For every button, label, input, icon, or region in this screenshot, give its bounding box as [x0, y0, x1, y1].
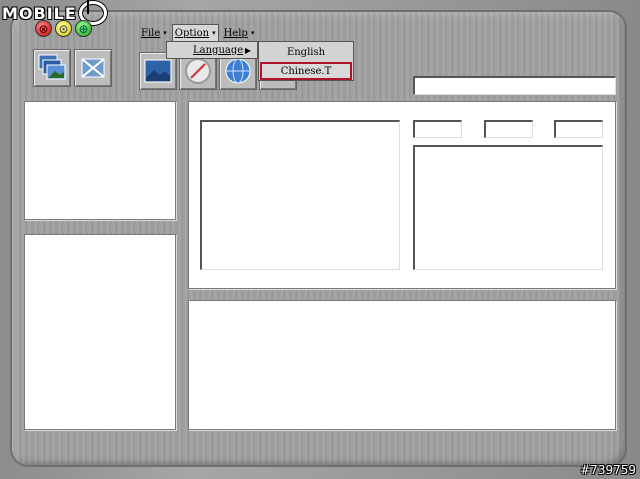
language-submenu: English Chinese.T [258, 41, 354, 81]
watermark-id: #739759 [580, 463, 636, 477]
chevron-down-icon: ▾ [250, 29, 255, 37]
globe-icon [225, 58, 251, 84]
maximize-window-button[interactable]: ⊕ [75, 20, 92, 37]
menu-file-label: File [141, 27, 161, 39]
crossed-photo-icon [81, 58, 105, 78]
menu-option-label: Option [174, 27, 210, 39]
maximize-icon: ⊕ [78, 21, 89, 36]
small-field-3[interactable] [554, 120, 603, 138]
small-field-1[interactable] [413, 120, 462, 138]
small-field-2[interactable] [484, 120, 533, 138]
menu-help-label: Help [223, 27, 248, 39]
minimize-window-button[interactable]: ⊙ [55, 20, 72, 37]
preview-area[interactable] [200, 120, 400, 270]
folder-image-icon [144, 59, 172, 83]
submenu-arrow-icon: ▶ [244, 46, 251, 55]
mobile01-logo: MOBILE [2, 0, 107, 25]
language-english[interactable]: English [259, 43, 353, 61]
thumbnail-panel-top [24, 101, 176, 220]
compass-icon [185, 58, 211, 84]
menu-help[interactable]: Help ▾ [221, 24, 258, 42]
minimize-icon: ⊙ [58, 21, 69, 36]
delete-photo-button[interactable] [74, 49, 112, 87]
option-dropdown: Language ▶ [166, 41, 258, 59]
language-chinese-t[interactable]: Chinese.T [260, 62, 352, 80]
photo-stack-icon [38, 54, 66, 80]
search-input[interactable] [413, 76, 616, 95]
menubar: File ▾ Option ▾ Help ▾ [138, 24, 259, 42]
menu-item-language[interactable]: Language [193, 45, 243, 56]
bottom-panel [188, 300, 616, 430]
close-icon: ⊗ [38, 21, 49, 36]
menu-option[interactable]: Option ▾ [171, 24, 219, 42]
thumbnail-panel-bottom [24, 234, 176, 430]
photo-stack-button[interactable] [33, 49, 71, 87]
menu-file[interactable]: File ▾ [138, 24, 170, 42]
close-window-button[interactable]: ⊗ [35, 20, 52, 37]
chevron-down-icon: ▾ [212, 29, 216, 37]
chevron-down-icon: ▾ [163, 29, 167, 37]
details-area[interactable] [413, 145, 603, 270]
